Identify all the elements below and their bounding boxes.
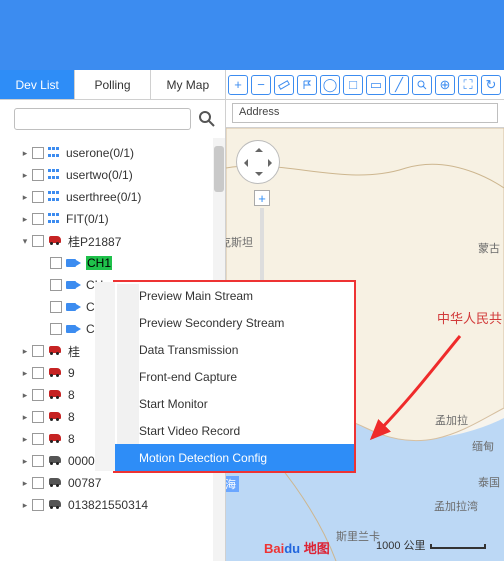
map-toolbar: + − ◯ □ ▭ ╱ ⊕ ⛶ ↻ xyxy=(226,70,504,100)
tree-node-vehicle[interactable]: ▾桂P21887 xyxy=(0,230,225,252)
context-menu: Preview Main Stream Preview Secondery St… xyxy=(113,280,356,473)
tool-flag[interactable] xyxy=(297,75,317,95)
tool-plus[interactable]: + xyxy=(228,75,248,95)
map-label: 孟加拉湾 xyxy=(434,498,478,514)
address-bar: Address xyxy=(226,100,504,128)
tab-mymap[interactable]: My Map xyxy=(151,70,225,99)
car-icon xyxy=(48,456,64,466)
tab-bar: Dev List Polling My Map xyxy=(0,70,225,100)
tree-node-user[interactable]: ▸userone(0/1) xyxy=(0,142,225,164)
address-label: Address xyxy=(232,103,498,123)
map-label: 海 xyxy=(226,476,239,492)
map-pan-control[interactable] xyxy=(236,140,280,184)
car-icon xyxy=(48,478,64,488)
tool-search[interactable] xyxy=(412,75,432,95)
tab-devlist[interactable]: Dev List xyxy=(0,70,75,99)
tree-node-user[interactable]: ▸usertwo(0/1) xyxy=(0,164,225,186)
tree-node-channel[interactable]: CH1 xyxy=(0,252,225,274)
map-label: 蒙古 xyxy=(478,240,500,256)
tree-label: 桂 xyxy=(68,343,80,360)
map-label: 泰国 xyxy=(478,474,500,490)
zoom-in-button[interactable]: + xyxy=(254,190,270,206)
tree-label: userthree(0/1) xyxy=(66,190,141,204)
tree-label: 9 xyxy=(68,366,75,380)
camera-icon xyxy=(66,302,82,312)
tool-target[interactable]: ⊕ xyxy=(435,75,455,95)
tool-line[interactable]: ╱ xyxy=(389,75,409,95)
tree-label: 8 xyxy=(68,410,75,424)
tool-refresh[interactable]: ↻ xyxy=(481,75,501,95)
car-icon xyxy=(48,500,64,510)
menu-motion-detection[interactable]: Motion Detection Config xyxy=(95,444,354,471)
tool-circle[interactable]: ◯ xyxy=(320,75,340,95)
car-icon xyxy=(48,412,64,422)
tree-node-device[interactable]: ▸00787 xyxy=(0,472,225,494)
map-scale: 1000 公里 xyxy=(376,537,486,553)
tree-label: usertwo(0/1) xyxy=(66,168,133,182)
app-header xyxy=(0,0,504,70)
tree-label: 8 xyxy=(68,432,75,446)
map-label: 斯里兰卡 xyxy=(336,528,380,544)
map-label: 缅甸 xyxy=(472,438,494,454)
tree-node-device[interactable]: ▸013821550314 xyxy=(0,494,225,516)
map-label: 克斯坦 xyxy=(226,234,253,250)
tree-label: FIT(0/1) xyxy=(66,212,109,226)
search-input[interactable] xyxy=(14,108,191,130)
search-icon[interactable] xyxy=(197,109,217,129)
tool-square[interactable]: □ xyxy=(343,75,363,95)
tool-rect[interactable]: ▭ xyxy=(366,75,386,95)
camera-icon xyxy=(66,258,82,268)
tree-node-user[interactable]: ▸FIT(0/1) xyxy=(0,208,225,230)
tree-label: 桂P21887 xyxy=(68,233,121,250)
camera-icon xyxy=(66,280,82,290)
map-label: 孟加拉 xyxy=(435,412,468,428)
tool-fullscreen[interactable]: ⛶ xyxy=(458,75,478,95)
car-icon xyxy=(48,236,64,246)
tree-label: CH1 xyxy=(86,256,112,270)
tree-label: 00787 xyxy=(68,476,101,490)
tree-label: 8 xyxy=(68,388,75,402)
tree-node-user[interactable]: ▸userthree(0/1) xyxy=(0,186,225,208)
map-label-china: 中华人民共 xyxy=(437,308,502,327)
tree-label: 013821550314 xyxy=(68,498,148,512)
tool-ruler[interactable] xyxy=(274,75,294,95)
baidu-logo: Baidu 地图 xyxy=(264,538,330,557)
car-icon xyxy=(48,390,64,400)
tree-label: userone(0/1) xyxy=(66,146,134,160)
tab-polling[interactable]: Polling xyxy=(75,70,150,99)
camera-icon xyxy=(66,324,82,334)
tool-minus[interactable]: − xyxy=(251,75,271,95)
car-icon xyxy=(48,434,64,444)
car-icon xyxy=(48,346,64,356)
car-icon xyxy=(48,368,64,378)
